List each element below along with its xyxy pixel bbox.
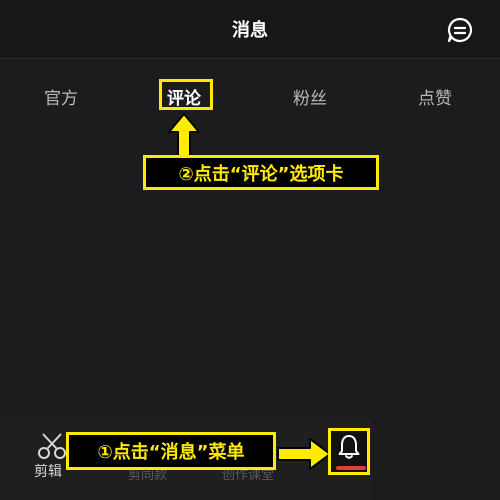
tab-highlight-box [159,79,213,110]
page-title: 消息 [232,20,268,41]
arrow-right-icon [277,438,331,470]
chat-bubble-icon[interactable] [446,16,474,44]
annotation-step2: ②点击“评论”选项卡 [143,155,379,190]
tab-official[interactable]: 官方 [44,84,78,109]
tab-fans[interactable]: 粉丝 [293,84,327,109]
tab-likes[interactable]: 点赞 [418,84,452,109]
annotation-step1: ①点击“消息”菜单 [66,432,276,470]
bell-icon[interactable] [337,434,361,460]
message-tabs: 官方 评论 粉丝 点赞 [0,84,500,112]
header-divider [0,58,500,59]
scissors-icon[interactable] [37,432,67,460]
nav-label-edit[interactable]: 剪辑 [34,461,62,481]
active-indicator [336,466,366,470]
